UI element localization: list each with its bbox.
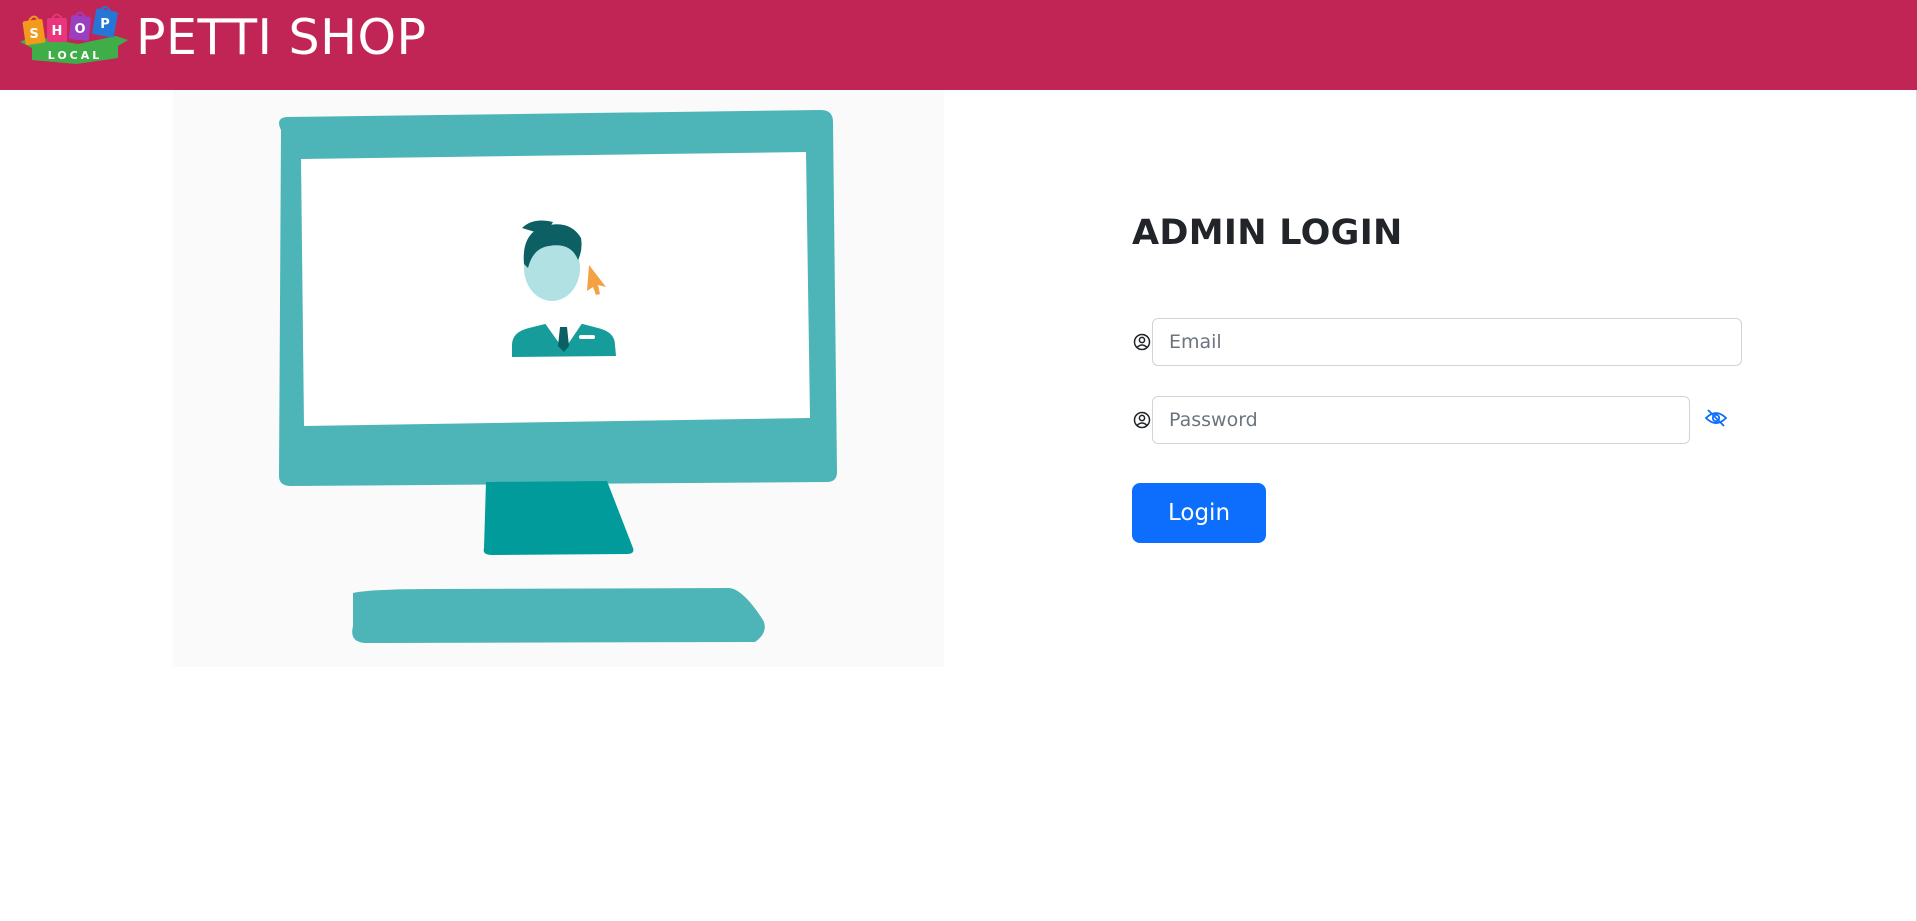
logo-bag-h: H bbox=[47, 13, 67, 42]
brand[interactable]: LOCAL S H O P PETTI SHOP bbox=[18, 0, 427, 90]
logo-ribbon-text: LOCAL bbox=[48, 49, 103, 62]
logo-bag-s: S bbox=[22, 15, 46, 46]
computer-illustration-icon bbox=[279, 110, 837, 643]
shop-local-logo: LOCAL S H O P bbox=[20, 6, 128, 64]
svg-text:H: H bbox=[52, 24, 63, 39]
keyboard bbox=[352, 588, 765, 643]
user-circle-icon bbox=[1133, 333, 1151, 351]
page: LOCAL S H O P PETTI SHOP ADMIN LOGIN Ema… bbox=[0, 0, 1917, 921]
logo-bag-o: O bbox=[68, 11, 92, 41]
user-circle-icon bbox=[1133, 411, 1151, 429]
password-field[interactable] bbox=[1152, 396, 1690, 444]
logo-bag-p: P bbox=[92, 6, 118, 38]
svg-text:O: O bbox=[74, 22, 85, 37]
svg-text:S: S bbox=[29, 27, 38, 42]
email-field[interactable] bbox=[1152, 318, 1742, 366]
eye-slash-icon[interactable] bbox=[1704, 408, 1728, 428]
admin-illustration bbox=[173, 90, 944, 667]
login-title: ADMIN LOGIN bbox=[1132, 213, 1403, 253]
monitor-stand bbox=[483, 481, 634, 555]
login-button[interactable]: Login bbox=[1132, 483, 1266, 543]
svg-text:P: P bbox=[100, 17, 110, 32]
brand-title: PETTI SHOP bbox=[136, 8, 427, 66]
navbar: LOCAL S H O P PETTI SHOP bbox=[0, 0, 1917, 90]
